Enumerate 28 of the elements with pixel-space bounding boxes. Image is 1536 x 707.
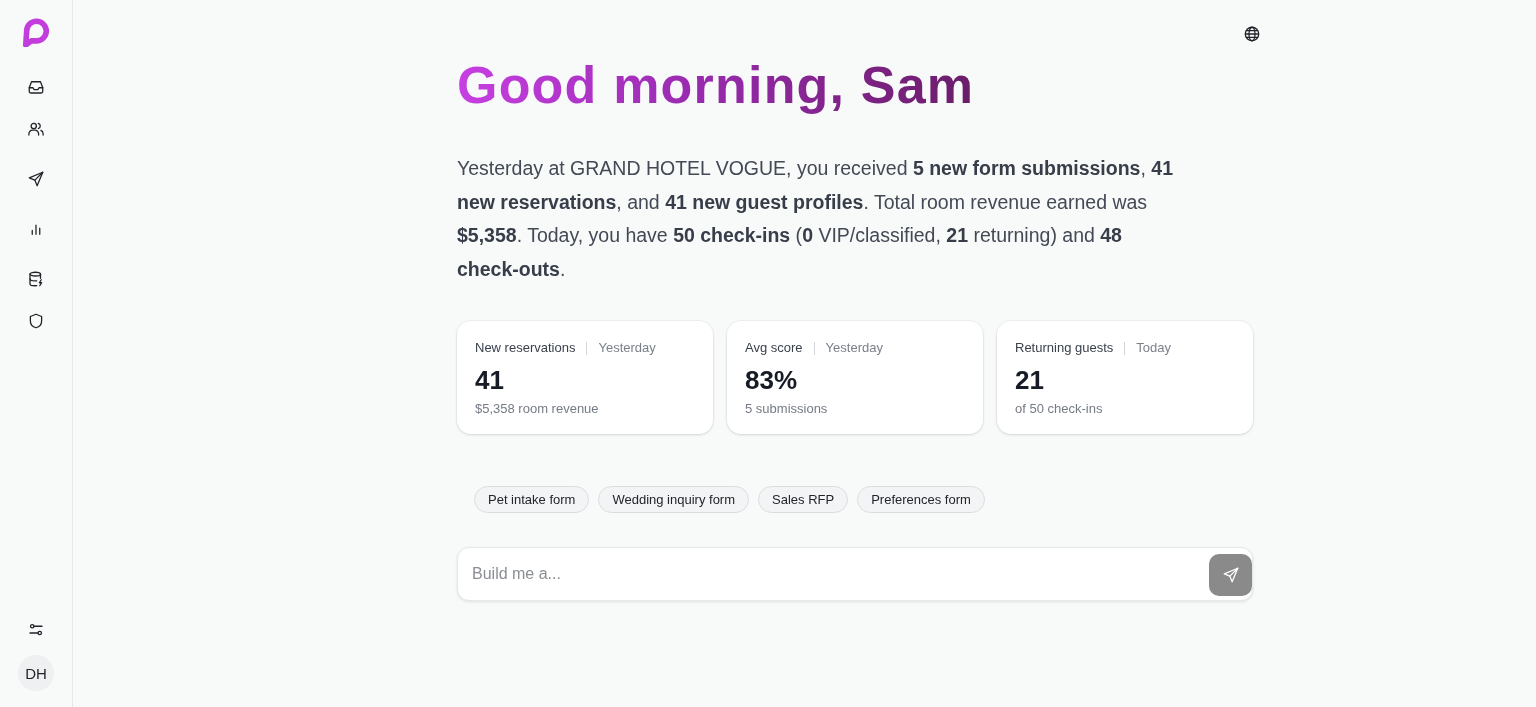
user-avatar[interactable]: DH bbox=[18, 655, 54, 691]
stat-value: 41 bbox=[475, 365, 505, 395]
inbox-icon[interactable] bbox=[27, 78, 45, 96]
stat-period: Today bbox=[1136, 340, 1171, 356]
stat-detail: $5,358 room revenue bbox=[475, 401, 600, 417]
stat-label: New reservations bbox=[475, 340, 576, 356]
suggestion-chip[interactable]: Pet intake form bbox=[474, 486, 590, 513]
suggestion-chip[interactable]: Preferences form bbox=[857, 486, 985, 513]
shield-icon[interactable] bbox=[27, 312, 45, 330]
paper-plane-icon bbox=[1221, 566, 1240, 584]
stat-value: 21 bbox=[1015, 365, 1045, 395]
stat-label: Returning guests bbox=[1015, 340, 1114, 356]
send-button[interactable] bbox=[1209, 554, 1252, 596]
prompt-input[interactable]: Build me a... bbox=[457, 547, 1253, 601]
globe-icon[interactable] bbox=[1243, 25, 1261, 43]
people-icon[interactable] bbox=[27, 120, 45, 138]
stat-period: Yesterday bbox=[825, 340, 883, 356]
send-icon[interactable] bbox=[27, 170, 45, 188]
database-icon[interactable] bbox=[27, 270, 45, 288]
stat-label: Avg score bbox=[745, 340, 803, 356]
suggestion-chip[interactable]: Sales RFP bbox=[758, 486, 849, 513]
stat-detail: of 50 check-ins bbox=[1015, 401, 1104, 417]
logo-icon[interactable] bbox=[22, 17, 50, 47]
summary-paragraph: Yesterday at GRAND HOTEL VOGUE, you received 5 new form submissions, 41 new reservations, and 41 new guest profiles. Total room revenue earned was $5,358. Today, you have 50 check-ins (0 VIP/classified, 21 returning) and 48 check-outs. bbox=[457, 156, 1174, 282]
stat-value: 83% bbox=[745, 365, 799, 395]
stat-detail: 5 submissions bbox=[745, 401, 829, 417]
suggestion-chip[interactable]: Wedding inquiry form bbox=[598, 486, 750, 513]
stat-period: Yesterday bbox=[598, 340, 656, 356]
